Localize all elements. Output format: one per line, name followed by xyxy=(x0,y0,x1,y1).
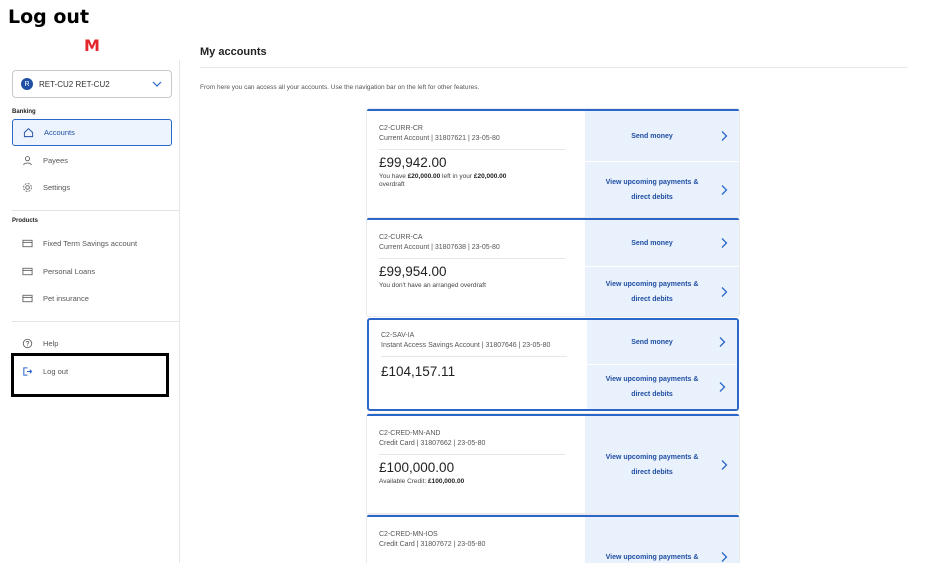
page-title: My accounts xyxy=(200,46,267,58)
account-details: Instant Access Savings Account | 3180764… xyxy=(381,342,551,349)
account-info: C2-CURR-CA Current Account | 31807638 | … xyxy=(367,220,585,316)
highlight-box xyxy=(11,353,169,397)
account-info: C2-SAV-IA Instant Access Savings Account… xyxy=(369,320,587,409)
sidebar-divider xyxy=(12,321,180,322)
view-upcoming-payments-label: View upcoming payments & direct debits xyxy=(605,376,699,398)
gear-icon xyxy=(21,182,33,194)
account-info: C2-CRED-MN-IOS Credit Card | 31807672 | … xyxy=(367,517,585,563)
sidebar-item-settings[interactable]: Settings xyxy=(12,174,172,201)
view-upcoming-payments-label: View upcoming payments & direct debits xyxy=(605,453,699,476)
account-actions: View upcoming payments & xyxy=(585,517,739,563)
view-upcoming-payments-button[interactable]: View upcoming payments & direct debits xyxy=(587,365,737,409)
account-balance: £104,157.11 xyxy=(381,364,456,379)
account-actions: Send money View upcoming payments & direc… xyxy=(585,111,739,217)
account-details: Current Account | 31807621 | 23-05-80 xyxy=(379,135,500,142)
chevron-right-icon xyxy=(709,551,739,563)
sidebar-item-personal-loans[interactable]: Personal Loans xyxy=(12,258,172,285)
account-balance: £99,942.00 xyxy=(379,155,447,170)
account-balance: £99,954.00 xyxy=(379,264,447,279)
overdraft-note: You have £20,000.00 left in your £20,000… xyxy=(379,173,507,188)
account-selector[interactable]: R RET-CU2 RET-CU2 xyxy=(12,70,172,98)
account-card[interactable]: C2-CURR-CR Current Account | 31807621 | … xyxy=(367,109,739,217)
avatar: R xyxy=(21,78,33,90)
sidebar-divider xyxy=(12,210,180,211)
overdraft-note: You don't have an arranged overdraft xyxy=(379,282,486,289)
sidebar-item-accounts[interactable]: Accounts xyxy=(12,119,172,146)
account-details: Credit Card | 31807672 | 23-05-80 xyxy=(379,541,486,548)
view-upcoming-payments-label: View upcoming payments & direct debits xyxy=(605,280,699,303)
account-selector-name: RET-CU2 RET-CU2 xyxy=(39,79,110,89)
overlay-label: Log out xyxy=(8,6,90,28)
sidebar: R RET-CU2 RET-CU2 Banking Accounts Payee… xyxy=(0,60,180,563)
account-card[interactable]: C2-CURR-CA Current Account | 31807638 | … xyxy=(367,218,739,316)
page-subtitle: From here you can access all your accoun… xyxy=(200,84,480,91)
account-code: C2-CURR-CR xyxy=(379,125,423,132)
account-card-selected[interactable]: C2-SAV-IA Instant Access Savings Account… xyxy=(367,318,739,411)
chevron-right-icon xyxy=(709,237,739,249)
send-money-label: Send money xyxy=(631,338,673,346)
sidebar-item-label: Help xyxy=(43,339,59,348)
account-actions: Send money View upcoming payments & direc… xyxy=(585,220,739,316)
brand-logo[interactable]: M xyxy=(84,36,100,55)
view-upcoming-payments-label: View upcoming payments & direct debits xyxy=(605,178,699,201)
chevron-right-icon xyxy=(707,381,737,393)
view-upcoming-payments-label: View upcoming payments & xyxy=(605,553,699,561)
view-upcoming-payments-button[interactable]: View upcoming payments & direct debits xyxy=(585,162,739,217)
account-card[interactable]: C2-CRED-MN-AND Credit Card | 31807662 | … xyxy=(367,414,739,513)
sidebar-item-fixed-term-savings[interactable]: Fixed Term Savings account xyxy=(12,230,172,257)
send-money-button[interactable]: Send money xyxy=(585,111,739,161)
account-actions: View upcoming payments & direct debits xyxy=(585,416,739,513)
account-code: C2-CRED-MN-AND xyxy=(379,430,441,437)
sidebar-item-label: Fixed Term Savings account xyxy=(43,239,138,248)
products-section-title: Products xyxy=(12,218,39,224)
view-upcoming-payments-button[interactable]: View upcoming payments & xyxy=(585,545,739,563)
chevron-right-icon xyxy=(707,336,737,348)
person-icon xyxy=(21,155,33,167)
help-icon xyxy=(21,338,33,350)
account-code: C2-CURR-CA xyxy=(379,234,423,241)
account-info: C2-CURR-CR Current Account | 31807621 | … xyxy=(367,111,585,217)
home-icon xyxy=(22,127,34,139)
chevron-right-icon xyxy=(709,286,739,298)
account-details: Current Account | 31807638 | 23-05-80 xyxy=(379,244,500,251)
chevron-right-icon xyxy=(709,130,739,142)
chevron-down-icon xyxy=(152,81,162,87)
available-credit-note: Available Credit: £100,000.00 xyxy=(379,478,465,485)
banking-section-title: Banking xyxy=(12,109,36,115)
sidebar-item-label: Pet insurance xyxy=(43,294,89,303)
chevron-right-icon xyxy=(709,459,739,471)
sidebar-item-label: Settings xyxy=(43,183,71,192)
account-code: C2-SAV-IA xyxy=(381,332,415,339)
send-money-button[interactable]: Send money xyxy=(585,220,739,266)
account-details: Credit Card | 31807662 | 23-05-80 xyxy=(379,440,486,447)
sidebar-item-payees[interactable]: Payees xyxy=(12,147,172,174)
sidebar-item-label: Payees xyxy=(43,156,69,165)
chevron-right-icon xyxy=(709,184,739,196)
account-info: C2-CRED-MN-AND Credit Card | 31807662 | … xyxy=(367,416,585,513)
sidebar-item-label: Personal Loans xyxy=(43,267,96,276)
card-icon xyxy=(21,266,33,278)
sidebar-item-label: Accounts xyxy=(44,128,75,137)
view-upcoming-payments-button[interactable]: View upcoming payments & direct debits xyxy=(585,416,739,513)
account-actions: Send money View upcoming payments & direc… xyxy=(587,320,737,409)
send-money-label: Send money xyxy=(631,239,673,247)
view-upcoming-payments-button[interactable]: View upcoming payments & direct debits xyxy=(585,267,739,316)
title-divider xyxy=(200,67,908,68)
send-money-label: Send money xyxy=(631,132,673,140)
sidebar-item-pet-insurance[interactable]: Pet insurance xyxy=(12,285,172,312)
card-icon xyxy=(21,238,33,250)
account-balance: £100,000.00 xyxy=(379,460,455,475)
send-money-button[interactable]: Send money xyxy=(587,320,737,364)
account-code: C2-CRED-MN-IOS xyxy=(379,531,438,538)
account-card[interactable]: C2-CRED-MN-IOS Credit Card | 31807672 | … xyxy=(367,515,739,563)
card-icon xyxy=(21,293,33,305)
